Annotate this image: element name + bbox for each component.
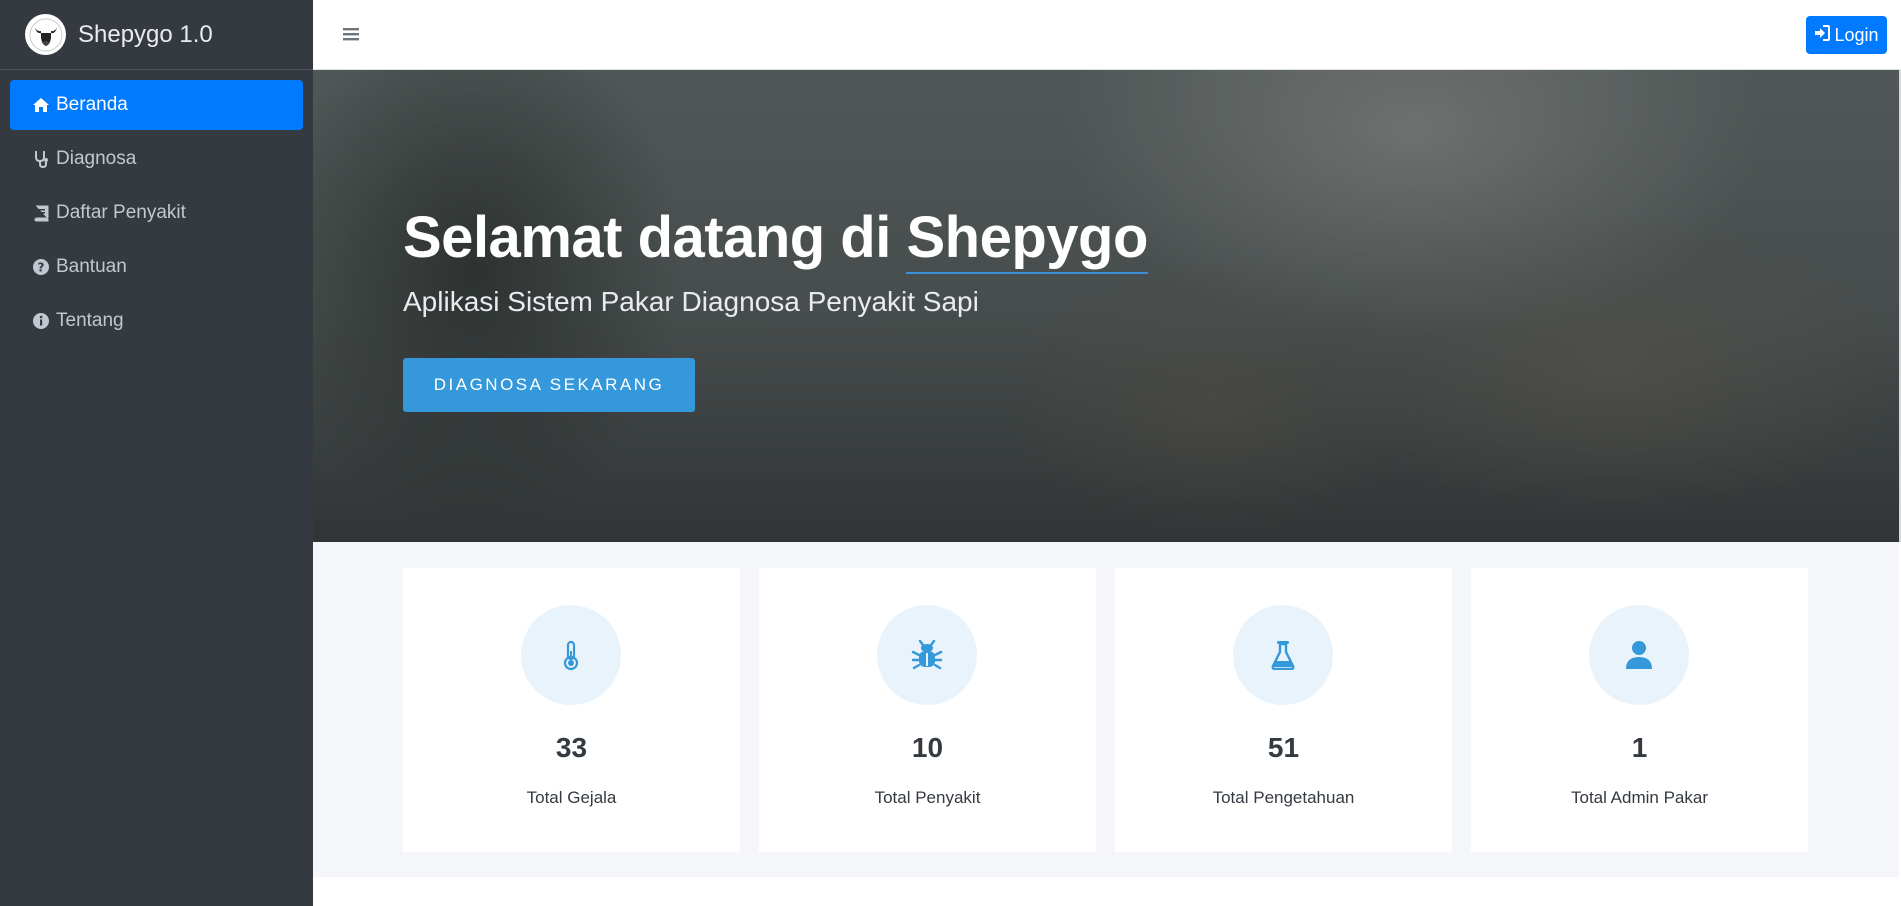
thermometer-icon [521,605,621,705]
stat-card-penyakit: 10 Total Penyakit [759,568,1096,852]
hero-title-highlight: Shepygo [906,205,1148,274]
user-icon [1589,605,1689,705]
hero-subtitle: Aplikasi Sistem Pakar Diagnosa Penyakit … [403,286,979,317]
sign-in-icon [1814,24,1831,46]
info-circle-icon [30,311,52,331]
sidebar-item-daftar-penyakit[interactable]: Daftar Penyakit [10,188,303,238]
login-label: Login [1834,24,1879,45]
sidebar-item-label: Beranda [56,94,128,115]
sidebar-item-label: Bantuan [56,256,127,277]
stat-value: 51 [1267,732,1300,763]
stat-card-pengetahuan: 51 Total Pengetahuan [1115,568,1452,852]
stat-label: Total Gejala [526,788,617,807]
stats-section: 33 Total Gejala 10 Total Penyakit 51 Tot… [313,542,1899,877]
stat-value: 10 [911,732,944,763]
stat-value: 33 [555,732,588,763]
sidebar-item-tentang[interactable]: Tentang [10,296,303,346]
sidebar-item-label: Tentang [56,310,124,331]
sidebar: Shepygo 1.0 Beranda Diagnosa Daftar Peny… [0,0,313,906]
hero-title: Selamat datang di Shepygo [403,204,1148,274]
sidebar-item-bantuan[interactable]: ? Bantuan [10,242,303,292]
sidebar-nav: Beranda Diagnosa Daftar Penyakit ? Bantu… [0,70,313,360]
stethoscope-icon [30,149,52,169]
brand-name: Shepygo 1.0 [78,20,213,48]
login-button[interactable]: Login [1806,16,1887,54]
diagnosa-sekarang-button[interactable]: DIAGNOSA SEKARANG [403,358,695,412]
sidebar-item-diagnosa[interactable]: Diagnosa [10,134,303,184]
question-circle-icon: ? [30,257,52,277]
book-icon [30,203,52,223]
stat-label: Total Pengetahuan [1212,788,1355,807]
flask-icon [1233,605,1333,705]
stat-card-admin-pakar: 1 Total Admin Pakar [1471,568,1808,852]
svg-text:?: ? [38,261,45,275]
bull-head-logo [25,14,66,55]
stat-label: Total Penyakit [874,788,981,807]
sidebar-item-label: Daftar Penyakit [56,202,186,223]
stat-label: Total Admin Pakar [1570,788,1708,807]
bug-icon [877,605,977,705]
top-navbar: Login [313,0,1901,70]
home-icon [30,95,52,115]
brand-link[interactable]: Shepygo 1.0 [0,0,313,70]
stat-value: 1 [1631,732,1648,763]
sidebar-item-label: Diagnosa [56,148,137,169]
sidebar-item-beranda[interactable]: Beranda [10,80,303,130]
stat-card-gejala: 33 Total Gejala [403,568,740,852]
hamburger-icon[interactable] [341,24,363,46]
hero-banner: Selamat datang di Shepygo Aplikasi Siste… [313,70,1899,542]
